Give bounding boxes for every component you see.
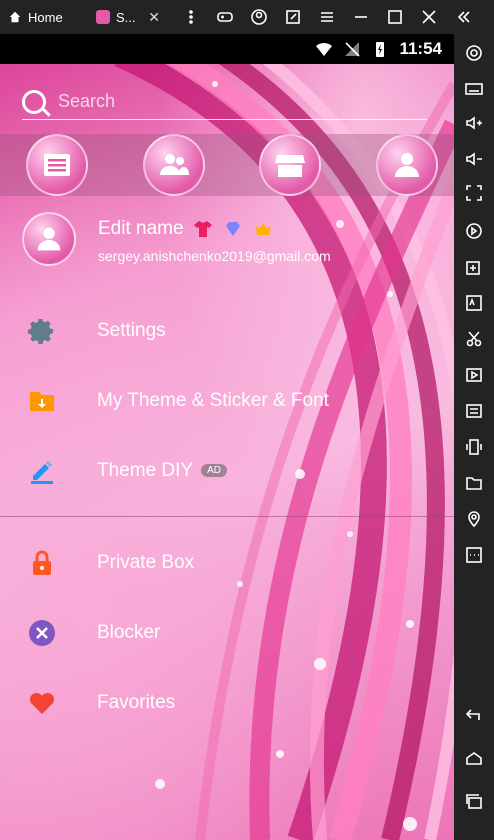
location-icon[interactable] — [454, 504, 494, 534]
profile-section[interactable]: Edit name sergey.anishchenko2019@gmail.c… — [22, 212, 442, 268]
recents-icon[interactable] — [454, 786, 494, 816]
wifi-icon — [316, 42, 333, 56]
block-icon — [27, 618, 57, 648]
lock-icon — [27, 548, 57, 578]
menu-item-settings[interactable]: Settings — [0, 306, 454, 356]
volume-down-icon[interactable] — [454, 144, 494, 174]
crown-icon[interactable] — [252, 218, 274, 240]
menu-item-blocker[interactable]: Blocker — [0, 608, 454, 658]
menu-label-theme-diy: Theme DIY AD — [97, 460, 227, 482]
screenshot-icon[interactable] — [276, 0, 310, 34]
menu-label-blocker: Blocker — [97, 622, 161, 643]
tab-app-label: S... — [116, 9, 136, 25]
search-placeholder: Search — [58, 91, 116, 111]
profile-name[interactable]: Edit name — [98, 218, 184, 240]
emulator-sidebar — [454, 34, 494, 840]
more-icon[interactable] — [454, 540, 494, 570]
apk-icon[interactable] — [454, 288, 494, 318]
home-icon — [9, 11, 21, 23]
messages-shortcut-icon[interactable] — [26, 134, 88, 196]
menu-item-private-box[interactable]: Private Box — [0, 538, 454, 588]
store-shortcut-icon[interactable] — [259, 134, 322, 196]
avatar[interactable] — [22, 212, 76, 266]
gear-icon — [27, 316, 57, 346]
menu-label-private-box: Private Box — [97, 552, 195, 573]
phone-screen: 11:54 Search Edit name sergey.anishchenk… — [0, 34, 454, 840]
back-icon[interactable] — [454, 700, 494, 730]
folder-download-icon — [27, 386, 57, 416]
status-time: 11:54 — [399, 39, 442, 58]
transfer-icon[interactable] — [454, 396, 494, 426]
keyboard-icon[interactable] — [454, 74, 494, 104]
shake-icon[interactable] — [454, 432, 494, 462]
minimize-icon[interactable] — [344, 0, 378, 34]
heart-icon — [27, 688, 57, 718]
tab-app[interactable]: S... ✕ — [88, 0, 168, 34]
tshirt-icon[interactable] — [192, 218, 214, 240]
video-icon[interactable] — [454, 360, 494, 390]
tab-home-label: Home — [28, 9, 63, 25]
settings-icon[interactable] — [454, 38, 494, 68]
emulator-title-bar: Home S... ✕ — [0, 0, 494, 34]
menu-label-settings: Settings — [97, 320, 166, 341]
folder-icon[interactable] — [454, 468, 494, 498]
maximize-icon[interactable] — [378, 0, 412, 34]
profile-shortcut-icon[interactable] — [375, 134, 438, 196]
cut-icon[interactable] — [454, 324, 494, 354]
menu-item-theme-diy[interactable]: Theme DIY AD — [0, 446, 454, 496]
edit-icon — [27, 456, 57, 486]
status-bar: 11:54 — [0, 34, 454, 64]
close-tab-icon[interactable]: ✕ — [148, 9, 160, 26]
app-tab-icon — [96, 10, 110, 24]
menu-item-favorites[interactable]: Favorites — [0, 678, 454, 728]
menu-label-my-theme: My Theme & Sticker & Font — [97, 390, 329, 411]
close-icon[interactable] — [412, 0, 446, 34]
menu-icon[interactable] — [310, 0, 344, 34]
account-icon[interactable] — [242, 0, 276, 34]
fullscreen-icon[interactable] — [454, 178, 494, 208]
home-nav-icon[interactable] — [454, 744, 494, 774]
battery-charging-icon — [376, 42, 385, 57]
more-vertical-icon[interactable] — [174, 0, 208, 34]
menu-item-my-theme[interactable]: My Theme & Sticker & Font — [0, 376, 454, 426]
gamepad-icon[interactable] — [208, 0, 242, 34]
no-signal-icon — [345, 42, 361, 57]
add-window-icon[interactable] — [454, 252, 494, 282]
tab-home[interactable]: Home — [0, 0, 88, 34]
sync-icon[interactable] — [454, 216, 494, 246]
diamond-icon[interactable] — [222, 218, 244, 240]
ad-badge: AD — [201, 464, 227, 478]
contacts-shortcut-icon[interactable] — [142, 134, 205, 196]
search-icon — [22, 89, 46, 114]
theme-diy-text: Theme DIY — [97, 460, 194, 481]
profile-email: sergey.anishchenko2019@gmail.com — [98, 248, 331, 264]
collapse-icon[interactable] — [446, 0, 480, 34]
menu-divider — [0, 516, 454, 517]
menu-label-favorites: Favorites — [97, 692, 176, 713]
volume-up-icon[interactable] — [454, 108, 494, 138]
shortcut-row — [0, 134, 454, 196]
search-bar[interactable]: Search — [22, 84, 427, 120]
